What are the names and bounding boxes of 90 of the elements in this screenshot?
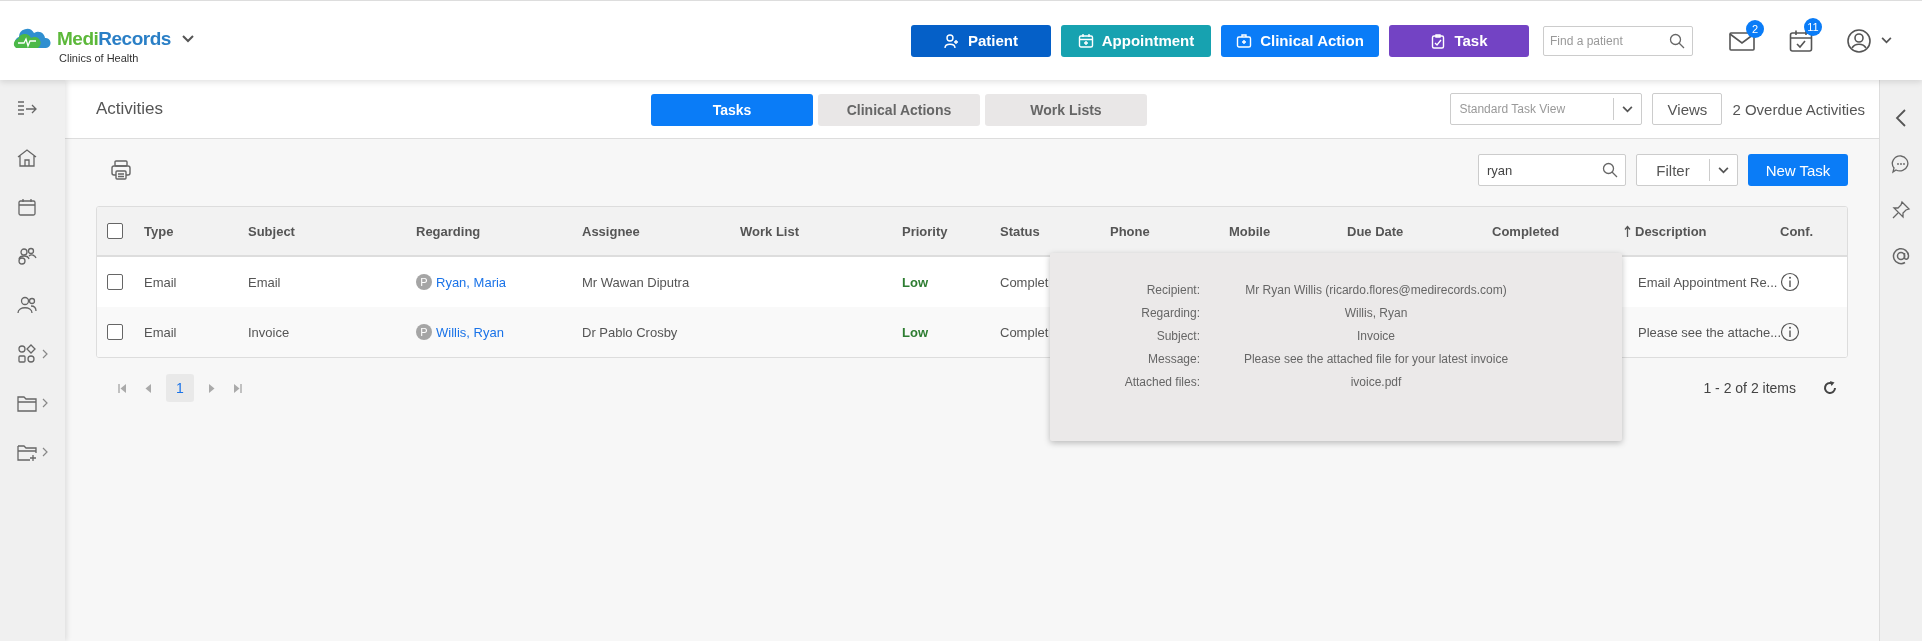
column-header[interactable]: Regarding xyxy=(416,223,481,239)
task-search-field[interactable]: ryan xyxy=(1478,154,1626,186)
cloud-logo-icon xyxy=(12,27,52,50)
patient-link[interactable]: Willis, Ryan xyxy=(436,324,504,340)
table-cell: Please see the attache... xyxy=(1638,324,1782,340)
chevron-down-icon[interactable] xyxy=(1718,166,1729,174)
new-action-button[interactable]: Patient xyxy=(911,24,1051,57)
column-header[interactable]: Mobile xyxy=(1229,223,1271,239)
views-button[interactable]: Views xyxy=(1652,93,1723,125)
column-header[interactable]: Phone xyxy=(1110,223,1150,239)
new-action-button[interactable]: Clinical Action xyxy=(1221,24,1379,57)
chevron-right-icon[interactable] xyxy=(41,447,48,457)
view-tab[interactable]: Tasks xyxy=(651,94,813,126)
tooltip-label: Message: xyxy=(1146,352,1200,366)
table-cell: Invoice xyxy=(248,324,290,340)
refresh-icon[interactable] xyxy=(1822,380,1838,396)
table-cell: Dr Pablo Crosby xyxy=(582,324,678,340)
view-tab[interactable]: Clinical Actions xyxy=(818,94,980,126)
patient-search-field[interactable]: Find a patient xyxy=(1543,25,1693,56)
column-header[interactable]: Completed xyxy=(1492,223,1560,239)
calendar-icon[interactable] xyxy=(15,196,38,218)
tooltip-value: Invoice xyxy=(1356,329,1396,343)
brand-name: MediRecords xyxy=(57,27,171,50)
column-header[interactable]: Priority xyxy=(902,223,948,239)
chevron-left-icon[interactable] xyxy=(1895,108,1907,128)
home-icon[interactable] xyxy=(15,147,38,169)
tooltip-label: Subject: xyxy=(1155,329,1200,343)
table-cell: Complet xyxy=(1000,324,1049,340)
tooltip-value: ivoice.pdf xyxy=(1349,375,1403,389)
priority-cell: Low xyxy=(902,324,928,340)
table-cell: Mr Wawan Diputra xyxy=(582,274,690,290)
new-action-button[interactable]: Task xyxy=(1389,24,1529,57)
column-header[interactable]: Description xyxy=(1635,223,1707,239)
shapes-icon[interactable] xyxy=(15,343,38,365)
chevron-down-icon[interactable] xyxy=(181,34,194,43)
notification-badge: 2 xyxy=(1746,19,1764,38)
items-summary: 1 - 2 of 2 items xyxy=(1703,380,1796,396)
tooltip-label: Regarding: xyxy=(1140,306,1200,320)
table-cell: Email xyxy=(144,324,177,340)
select-all-checkbox[interactable] xyxy=(107,223,123,239)
calendar-plus-icon xyxy=(1077,32,1094,49)
notification-badge: 11 xyxy=(1804,17,1822,36)
chevron-down-icon[interactable] xyxy=(1881,37,1892,44)
column-header[interactable]: Conf. xyxy=(1780,223,1814,239)
search-icon[interactable] xyxy=(1602,162,1618,178)
people-icon[interactable] xyxy=(15,294,38,316)
column-header[interactable]: Type xyxy=(144,223,174,239)
at-sign-icon[interactable] xyxy=(1891,246,1911,266)
row-checkbox[interactable] xyxy=(107,274,123,290)
clinic-name: Clinics of Health xyxy=(59,51,139,64)
tooltip-label: Recipient: xyxy=(1145,283,1200,297)
column-header[interactable]: Subject xyxy=(248,223,295,239)
patient-link[interactable]: Ryan, Maria xyxy=(436,274,507,290)
tooltip-value: Willis, Ryan xyxy=(1343,306,1409,320)
tooltip-value: Please see the attached file for your latest invoice xyxy=(1242,352,1510,366)
column-header[interactable]: Work List xyxy=(740,223,799,239)
patient-badge: P xyxy=(416,324,432,340)
table-cell: Email xyxy=(248,274,281,290)
page-button[interactable]: 1 xyxy=(166,374,194,402)
chevron-right-icon[interactable] xyxy=(41,349,48,359)
sort-up-icon[interactable] xyxy=(1624,225,1631,237)
overdue-count: 2 Overdue Activities xyxy=(1732,100,1865,118)
person-plus-icon xyxy=(944,32,960,49)
column-header[interactable]: Due Date xyxy=(1347,223,1404,239)
table-cell: Email Appointment Re... xyxy=(1638,274,1778,290)
new-task-button[interactable]: New Task xyxy=(1748,154,1848,186)
medical-kit-icon xyxy=(1236,32,1253,49)
info-icon[interactable] xyxy=(1780,272,1800,292)
view-tab[interactable]: Work Lists xyxy=(985,94,1147,126)
tooltip-value: Mr Ryan Willis (ricardo.flores@medirecords.com) xyxy=(1244,283,1508,297)
tooltip-label: Attached files: xyxy=(1123,375,1200,389)
chat-icon[interactable] xyxy=(1891,154,1911,174)
info-icon[interactable] xyxy=(1780,322,1800,342)
user-avatar-icon[interactable] xyxy=(1847,28,1871,53)
chevron-down-icon[interactable] xyxy=(1622,105,1634,113)
search-icon[interactable] xyxy=(1669,32,1685,49)
table-cell: Email xyxy=(144,274,177,290)
page-title: Activities xyxy=(96,99,165,119)
patient-badge: P xyxy=(416,274,432,290)
column-header[interactable]: Assignee xyxy=(582,223,640,239)
chevron-right-icon[interactable] xyxy=(41,398,48,408)
table-cell: Complet xyxy=(1000,274,1049,290)
pin-icon[interactable] xyxy=(1891,200,1911,220)
print-icon[interactable] xyxy=(110,159,132,181)
filter-button[interactable]: Filter xyxy=(1636,154,1738,186)
clipboard-check-icon xyxy=(1430,32,1447,49)
people-group-icon[interactable] xyxy=(15,245,38,267)
priority-cell: Low xyxy=(902,274,928,290)
column-header[interactable]: Status xyxy=(1000,223,1040,239)
row-checkbox[interactable] xyxy=(107,324,123,340)
